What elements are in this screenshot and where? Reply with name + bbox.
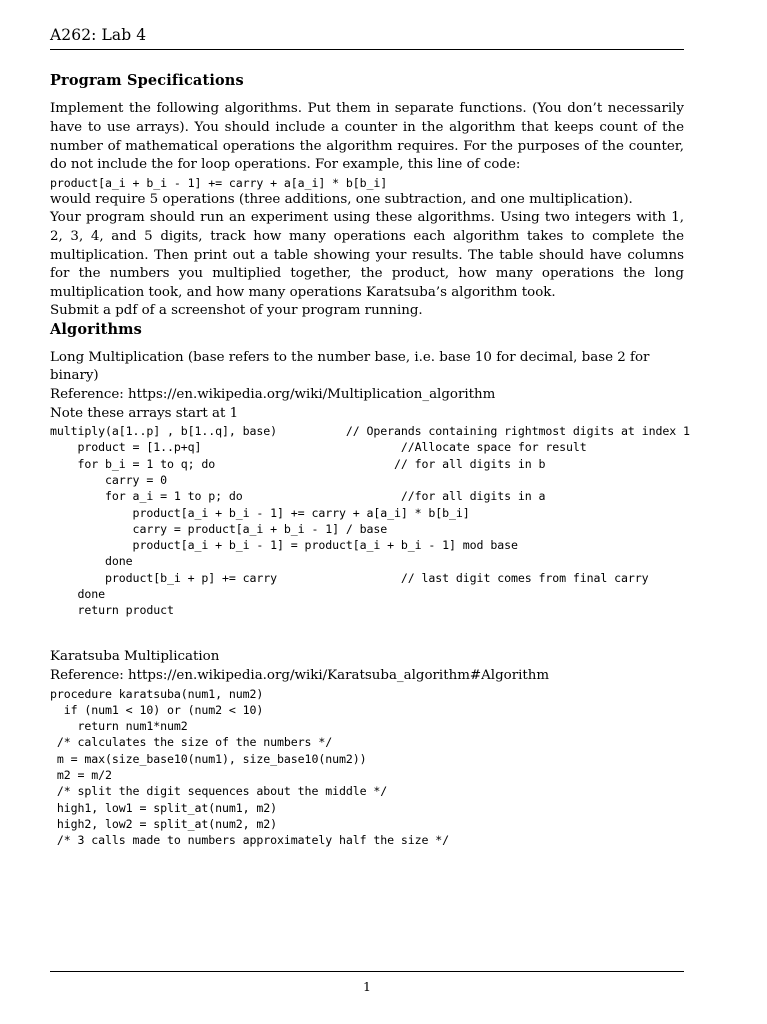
long-multiplication-reference: Reference: https://en.wikipedia.org/wiki…: [50, 386, 496, 402]
section-heading-algorithms: Algorithms: [50, 320, 142, 338]
specifications-paragraph-1: Implement the following algorithms. Put …: [50, 101, 684, 173]
page-footer: 1: [50, 971, 684, 994]
specifications-paragraph-2: would require 5 operations (three additi…: [50, 191, 633, 207]
karatsuba-intro: Karatsuba Multiplication Reference: http…: [50, 648, 684, 685]
karatsuba-title: Karatsuba Multiplication: [50, 649, 220, 665]
example-code-line: product[a_i + b_i - 1] += carry + a[a_i]…: [50, 175, 388, 190]
specifications-paragraph-3: Your program should run an experiment us…: [50, 210, 684, 300]
long-multiplication-pseudocode: multiply(a[1..p] , b[1..q], base) // Ope…: [50, 424, 690, 618]
section-heading-program-specifications: Program Specifications: [50, 72, 244, 90]
footer-divider: [50, 971, 684, 972]
specifications-paragraph-4: Submit a pdf of a screenshot of your pro…: [50, 303, 423, 319]
karatsuba-reference: Reference: https://en.wikipedia.org/wiki…: [50, 668, 550, 684]
page-number: 1: [363, 979, 371, 994]
long-multiplication-title: Long Multiplication (base refers to the …: [50, 349, 654, 384]
long-multiplication-note: Note these arrays start at 1: [50, 405, 239, 421]
document-page: A262: Lab 4 Program Specifications Imple…: [0, 0, 767, 1024]
running-header-title: A262: Lab 4: [50, 26, 147, 44]
karatsuba-pseudocode: procedure karatsuba(num1, num2) if (num1…: [50, 686, 450, 848]
long-multiplication-intro: Long Multiplication (base refers to the …: [50, 349, 684, 423]
header-divider: [50, 49, 684, 51]
page-content: A262: Lab 4 Program Specifications Imple…: [50, 26, 690, 848]
